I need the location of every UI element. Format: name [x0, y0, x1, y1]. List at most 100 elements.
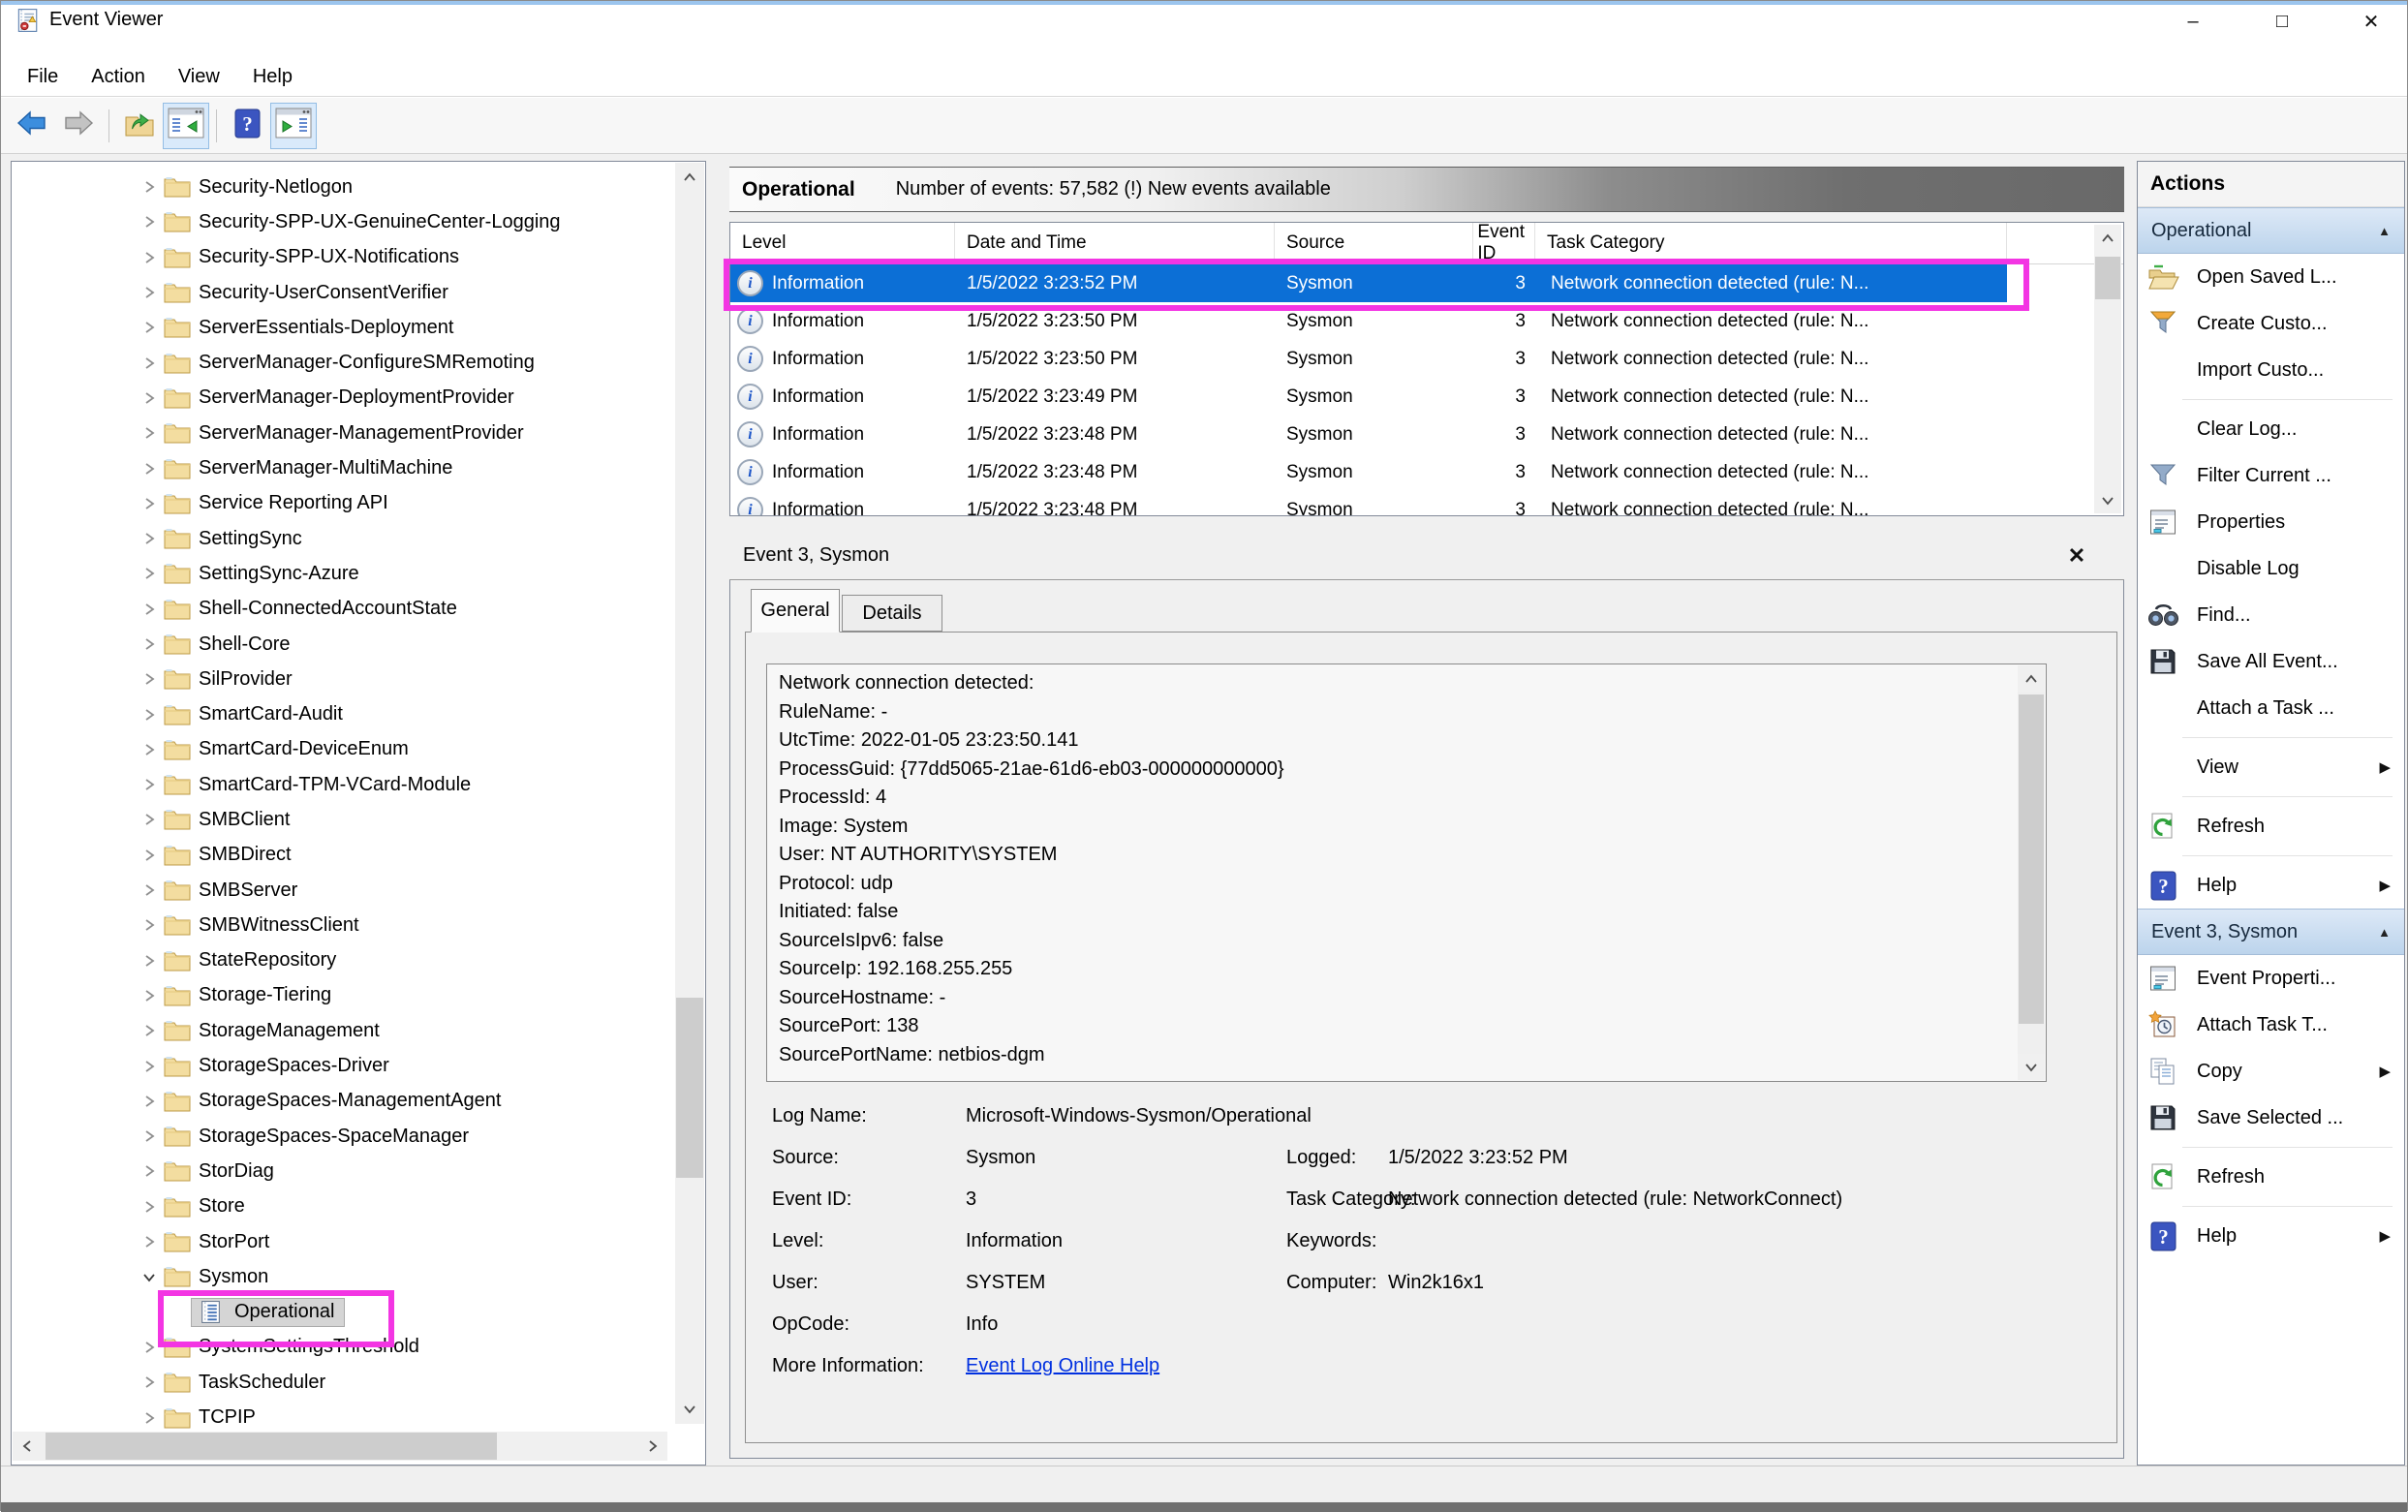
chevron-right-icon[interactable] — [139, 916, 160, 934]
show-action-pane-button[interactable] — [270, 103, 317, 149]
event-log-online-help-link[interactable]: Event Log Online Help — [966, 1355, 1159, 1377]
chevron-right-icon[interactable] — [139, 847, 160, 864]
scrollbar-thumb[interactable] — [2019, 694, 2044, 1024]
scrollbar-thumb[interactable] — [676, 998, 703, 1178]
action-item-refresh[interactable]: Refresh — [2138, 803, 2404, 849]
tree-item-security-userconsentverifier[interactable]: Security-UserConsentVerifier — [13, 275, 675, 310]
back-arrow-button[interactable] — [9, 103, 55, 149]
event-row[interactable]: iInformation1/5/2022 3:23:48 PMSysmon3Ne… — [730, 453, 2007, 491]
chevron-right-icon[interactable] — [139, 952, 160, 970]
column-header-task-category[interactable]: Task Category — [1535, 223, 2007, 263]
chevron-right-icon[interactable] — [139, 565, 160, 582]
chevron-right-icon[interactable] — [139, 1127, 160, 1145]
action-item-properties[interactable]: Properties — [2138, 499, 2404, 545]
menu-item-file[interactable]: File — [11, 66, 75, 88]
tree-item-smartcard-tpm-vcard-module[interactable]: SmartCard-TPM-VCard-Module — [13, 767, 675, 802]
tree-item-service-reporting-api[interactable]: Service Reporting API — [13, 486, 675, 521]
tree-item-sysmon[interactable]: Sysmon — [13, 1259, 675, 1294]
chevron-right-icon[interactable] — [139, 284, 160, 301]
scroll-left-icon[interactable] — [13, 1432, 42, 1461]
tree-item-shell-connectedaccountstate[interactable]: Shell-ConnectedAccountState — [13, 592, 675, 627]
chevron-right-icon[interactable] — [139, 249, 160, 266]
chevron-right-icon[interactable] — [139, 460, 160, 478]
chevron-right-icon[interactable] — [139, 495, 160, 512]
chevron-right-icon[interactable] — [139, 741, 160, 758]
forward-arrow-button[interactable] — [55, 103, 102, 149]
collapse-icon[interactable]: ▲ — [2378, 925, 2391, 940]
tree-item-silprovider[interactable]: SilProvider — [13, 662, 675, 696]
action-item-attach-a-task-[interactable]: Attach a Task ... — [2138, 685, 2404, 731]
tree-item-storage-tiering[interactable]: Storage-Tiering — [13, 978, 675, 1013]
chevron-right-icon[interactable] — [139, 1339, 160, 1356]
action-item-attach-task-t-[interactable]: Attach Task T... — [2138, 1002, 2404, 1048]
chevron-right-icon[interactable] — [139, 1058, 160, 1075]
tree-item-smbwitnessclient[interactable]: SMBWitnessClient — [13, 908, 675, 942]
chevron-right-icon[interactable] — [139, 1022, 160, 1039]
event-row[interactable]: iInformation1/5/2022 3:23:48 PMSysmon3Ne… — [730, 416, 2007, 453]
tree-item-storagespaces-spacemanager[interactable]: StorageSpaces-SpaceManager — [13, 1119, 675, 1154]
tree-item-settingsync-azure[interactable]: SettingSync-Azure — [13, 556, 675, 591]
action-item-event-properti-[interactable]: Event Properti... — [2138, 955, 2404, 1002]
action-item-save-selected-[interactable]: Save Selected ... — [2138, 1095, 2404, 1141]
tree-item-smbdirect[interactable]: SMBDirect — [13, 838, 675, 873]
chevron-right-icon[interactable] — [139, 1233, 160, 1250]
scrollbar-thumb[interactable] — [46, 1433, 497, 1460]
event-row[interactable]: iInformation1/5/2022 3:23:48 PMSysmon3Ne… — [730, 491, 2007, 516]
chevron-right-icon[interactable] — [139, 1409, 160, 1427]
tree-item-smartcard-audit[interactable]: SmartCard-Audit — [13, 696, 675, 731]
message-vertical-scrollbar[interactable] — [2018, 665, 2045, 1080]
tree-item-operational[interactable]: Operational — [13, 1295, 675, 1330]
action-item-copy[interactable]: Copy▶ — [2138, 1048, 2404, 1095]
action-item-create-custo-[interactable]: Create Custo... — [2138, 300, 2404, 347]
chevron-down-icon[interactable] — [139, 1268, 160, 1285]
menu-item-action[interactable]: Action — [75, 66, 162, 88]
tree-item-storagespaces-driver[interactable]: StorageSpaces-Driver — [13, 1048, 675, 1083]
scroll-right-icon[interactable] — [638, 1432, 667, 1461]
chevron-right-icon[interactable] — [139, 319, 160, 336]
chevron-right-icon[interactable] — [139, 355, 160, 372]
tree-item-systemsettingsthreshold[interactable]: SystemSettingsThreshold — [13, 1330, 675, 1365]
tree-item-security-spp-ux-genuinecenter-logging[interactable]: Security-SPP-UX-GenuineCenter-Logging — [13, 204, 675, 239]
tree-item-staterepository[interactable]: StateRepository — [13, 943, 675, 978]
tree-item-storagespaces-managementagent[interactable]: StorageSpaces-ManagementAgent — [13, 1084, 675, 1119]
scroll-down-icon[interactable] — [675, 1395, 704, 1424]
tree-item-security-spp-ux-notifications[interactable]: Security-SPP-UX-Notifications — [13, 240, 675, 275]
chevron-right-icon[interactable] — [139, 178, 160, 196]
minimize-button[interactable]: – — [2171, 5, 2215, 38]
tree-item-servermanager-configuresmremoting[interactable]: ServerManager-ConfigureSMRemoting — [13, 345, 675, 380]
tree-item-store[interactable]: Store — [13, 1189, 675, 1224]
actions-section-header-operational[interactable]: Operational▲ — [2138, 207, 2404, 254]
menu-item-view[interactable]: View — [162, 66, 236, 88]
tree-item-stordiag[interactable]: StorDiag — [13, 1154, 675, 1188]
chevron-right-icon[interactable] — [139, 635, 160, 653]
tree-item-security-netlogon[interactable]: Security-Netlogon — [13, 170, 675, 204]
column-header-date-and-time[interactable]: Date and Time — [955, 223, 1275, 263]
action-item-help[interactable]: ?Help▶ — [2138, 862, 2404, 909]
action-item-view[interactable]: View▶ — [2138, 744, 2404, 790]
scroll-down-icon[interactable] — [2018, 1054, 2045, 1080]
tree-item-storport[interactable]: StorPort — [13, 1224, 675, 1259]
action-item-help[interactable]: ?Help▶ — [2138, 1213, 2404, 1259]
event-row[interactable]: iInformation1/5/2022 3:23:49 PMSysmon3Ne… — [730, 378, 2007, 416]
maximize-button[interactable]: □ — [2260, 5, 2304, 38]
chevron-right-icon[interactable] — [139, 1198, 160, 1216]
close-icon[interactable]: ✕ — [2060, 540, 2093, 572]
chevron-right-icon[interactable] — [139, 424, 160, 442]
tab-details[interactable]: Details — [842, 595, 942, 632]
tree-vertical-scrollbar[interactable] — [675, 163, 704, 1424]
action-item-find-[interactable]: Find... — [2138, 592, 2404, 638]
event-row[interactable]: iInformation1/5/2022 3:23:50 PMSysmon3Ne… — [730, 340, 2007, 378]
action-item-disable-log[interactable]: Disable Log — [2138, 545, 2404, 592]
menu-item-help[interactable]: Help — [236, 66, 309, 88]
tree-item-taskscheduler[interactable]: TaskScheduler — [13, 1365, 675, 1400]
column-header-event-id[interactable]: Event ID — [1473, 223, 1535, 263]
tree-item-smartcard-deviceenum[interactable]: SmartCard-DeviceEnum — [13, 732, 675, 767]
tree-item-tcpip[interactable]: TCPIP — [13, 1400, 675, 1433]
event-row[interactable]: iInformation1/5/2022 3:23:52 PMSysmon3Ne… — [730, 264, 2007, 302]
tree-item-shell-core[interactable]: Shell-Core — [13, 627, 675, 662]
tree-item-smbserver[interactable]: SMBServer — [13, 873, 675, 908]
tree-item-storagemanagement[interactable]: StorageManagement — [13, 1013, 675, 1048]
actions-section-header-event-3-sysmon[interactable]: Event 3, Sysmon▲ — [2138, 909, 2404, 955]
chevron-right-icon[interactable] — [139, 1093, 160, 1110]
scroll-up-icon[interactable] — [2018, 665, 2045, 692]
